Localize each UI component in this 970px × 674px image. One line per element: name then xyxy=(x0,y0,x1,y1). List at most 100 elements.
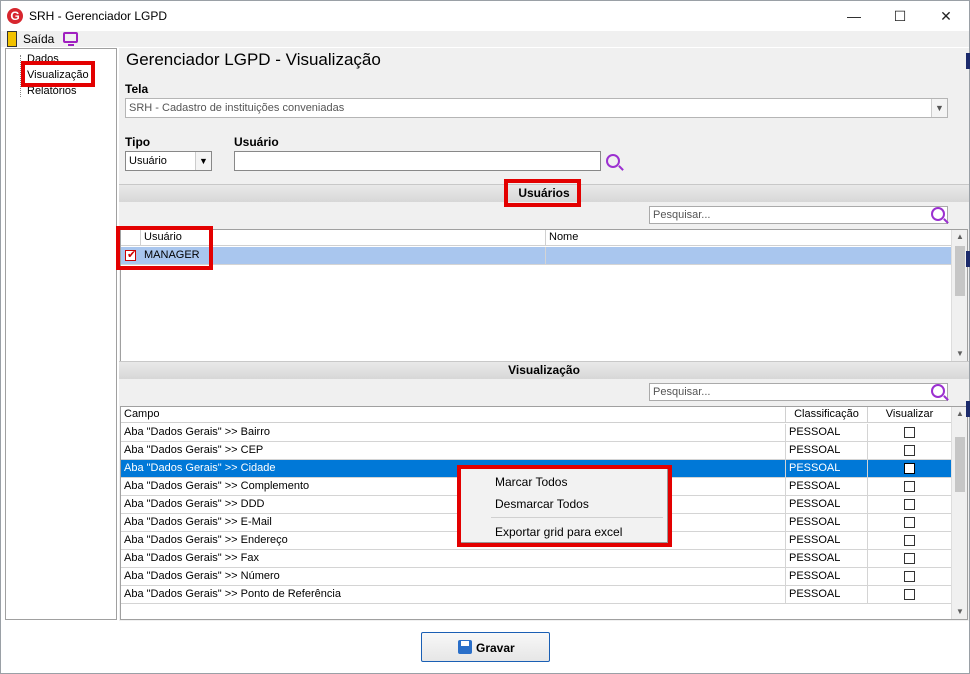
tipo-select-value: Usuário xyxy=(129,155,167,167)
floppy-disk-icon xyxy=(458,640,472,654)
fields-grid-scrollbar[interactable]: ▲ ▼ xyxy=(951,407,967,619)
classificacao-cell: PESSOAL xyxy=(786,478,868,495)
tela-select-value: SRH - Cadastro de instituições conveniad… xyxy=(129,102,345,114)
users-col-nome[interactable]: Nome xyxy=(546,230,951,246)
view-search-input[interactable]: Pesquisar... xyxy=(649,383,948,401)
fields-col-campo[interactable]: Campo xyxy=(121,407,786,423)
minimize-button[interactable]: — xyxy=(831,1,877,31)
row-checkbox[interactable]: ✔ xyxy=(125,249,137,261)
visualizar-cell xyxy=(868,568,951,585)
menu-separator xyxy=(491,517,663,518)
table-row[interactable]: Aba "Dados Gerais" >> Bairro PESSOAL xyxy=(121,424,951,442)
save-button[interactable]: Gravar xyxy=(421,632,550,662)
fields-col-visualizar[interactable]: Visualizar xyxy=(868,407,951,423)
visualizar-checkbox[interactable] xyxy=(904,445,915,456)
visualizar-cell xyxy=(868,496,951,513)
menu-exit[interactable]: Saída xyxy=(23,32,54,46)
close-button[interactable]: ✕ xyxy=(923,1,969,31)
scroll-thumb[interactable] xyxy=(955,437,965,492)
visualizar-checkbox[interactable] xyxy=(904,427,915,438)
scroll-down-icon[interactable]: ▼ xyxy=(952,347,967,361)
table-row[interactable]: ✔ MANAGER xyxy=(121,247,951,265)
background-window-edge xyxy=(966,251,970,267)
chevron-down-icon[interactable]: ▼ xyxy=(931,99,947,117)
user-nome-cell xyxy=(546,247,951,264)
campo-cell: Aba "Dados Gerais" >> Ponto de Referênci… xyxy=(121,586,786,603)
view-section-header: Visualização xyxy=(119,361,969,379)
app-window: G SRH - Gerenciador LGPD — ☐ ✕ Saída Dad… xyxy=(0,0,970,674)
navigation-tree: Dados Visualização Relatórios xyxy=(5,48,117,620)
background-window-edge xyxy=(966,53,970,69)
menu-item-exportar-excel[interactable]: Exportar grid para excel xyxy=(495,525,622,539)
table-row[interactable]: Aba "Dados Gerais" >> Número PESSOAL xyxy=(121,568,951,586)
exit-door-icon[interactable] xyxy=(7,31,17,47)
campo-cell: Aba "Dados Gerais" >> DDD xyxy=(121,496,786,513)
campo-cell: Aba "Dados Gerais" >> Complemento xyxy=(121,478,786,495)
visualizar-checkbox[interactable] xyxy=(904,535,915,546)
save-button-label: Gravar xyxy=(476,641,515,655)
classificacao-cell: PESSOAL xyxy=(786,460,868,477)
visualizar-checkbox[interactable] xyxy=(904,499,915,510)
classificacao-cell: PESSOAL xyxy=(786,442,868,459)
visualizar-cell xyxy=(868,460,951,477)
classificacao-cell: PESSOAL xyxy=(786,550,868,567)
users-grid-header: Usuário Nome xyxy=(121,230,951,246)
users-search-input[interactable]: Pesquisar... xyxy=(649,206,948,224)
tela-select[interactable]: SRH - Cadastro de instituições conveniad… xyxy=(125,98,948,118)
menu-bar xyxy=(1,31,969,47)
menu-item-marcar-todos[interactable]: Marcar Todos xyxy=(495,475,567,489)
tipo-select[interactable]: Usuário ▼ xyxy=(125,151,212,171)
monitor-icon[interactable] xyxy=(63,32,78,46)
campo-cell: Aba "Dados Gerais" >> Número xyxy=(121,568,786,585)
table-row[interactable]: Aba "Dados Gerais" >> Fax PESSOAL xyxy=(121,550,951,568)
search-icon[interactable] xyxy=(931,384,945,398)
chevron-down-icon[interactable]: ▼ xyxy=(195,152,211,170)
context-menu: Marcar Todos Desmarcar Todos Exportar gr… xyxy=(460,468,668,543)
search-icon[interactable] xyxy=(931,207,945,221)
tree-item-relatorios[interactable]: Relatórios xyxy=(27,85,77,97)
visualizar-checkbox[interactable] xyxy=(904,589,915,600)
table-row[interactable]: Aba "Dados Gerais" >> CEP PESSOAL xyxy=(121,442,951,460)
visualizar-cell xyxy=(868,514,951,531)
page-title: Gerenciador LGPD - Visualização xyxy=(126,50,381,69)
scroll-down-icon[interactable]: ▼ xyxy=(952,605,967,619)
users-section-header: Usuários xyxy=(119,184,969,202)
campo-cell: Aba "Dados Gerais" >> Endereço xyxy=(121,532,786,549)
view-section-title: Visualização xyxy=(508,363,580,377)
visualizar-cell xyxy=(868,424,951,441)
tipo-label: Tipo xyxy=(125,135,151,149)
tree-item-visualizacao[interactable]: Visualização xyxy=(27,69,89,81)
maximize-button[interactable]: ☐ xyxy=(877,1,923,31)
visualizar-checkbox[interactable] xyxy=(904,463,915,474)
classificacao-cell: PESSOAL xyxy=(786,532,868,549)
window-title: SRH - Gerenciador LGPD xyxy=(29,9,168,23)
visualizar-checkbox[interactable] xyxy=(904,481,915,492)
search-icon[interactable] xyxy=(606,154,620,168)
menu-item-desmarcar-todos[interactable]: Desmarcar Todos xyxy=(495,497,589,511)
visualizar-checkbox[interactable] xyxy=(904,571,915,582)
classificacao-cell: PESSOAL xyxy=(786,424,868,441)
title-bar: G SRH - Gerenciador LGPD — ☐ ✕ xyxy=(1,1,969,31)
tree-item-dados[interactable]: Dados xyxy=(27,53,59,65)
background-window-edge xyxy=(966,401,970,417)
campo-cell: Aba "Dados Gerais" >> Cidade xyxy=(121,460,786,477)
table-row[interactable]: Aba "Dados Gerais" >> Ponto de Referênci… xyxy=(121,586,951,604)
users-col-usuario[interactable]: Usuário xyxy=(141,230,546,246)
checkmark-icon: ✔ xyxy=(127,249,137,261)
users-grid-scrollbar[interactable]: ▲ ▼ xyxy=(951,230,967,361)
visualizar-cell xyxy=(868,550,951,567)
app-logo-icon: G xyxy=(7,8,23,24)
users-grid: Usuário Nome ✔ MANAGER ▲ ▼ xyxy=(120,229,968,362)
classificacao-cell: PESSOAL xyxy=(786,568,868,585)
usuario-input[interactable] xyxy=(234,151,601,171)
visualizar-checkbox[interactable] xyxy=(904,517,915,528)
scroll-up-icon[interactable]: ▲ xyxy=(952,230,967,244)
fields-col-classificacao[interactable]: Classificação xyxy=(786,407,868,423)
classificacao-cell: PESSOAL xyxy=(786,496,868,513)
scroll-thumb[interactable] xyxy=(955,246,965,296)
classificacao-cell: PESSOAL xyxy=(786,586,868,603)
visualizar-cell xyxy=(868,532,951,549)
visualizar-checkbox[interactable] xyxy=(904,553,915,564)
visualizar-cell xyxy=(868,442,951,459)
tela-label: Tela xyxy=(125,82,149,96)
